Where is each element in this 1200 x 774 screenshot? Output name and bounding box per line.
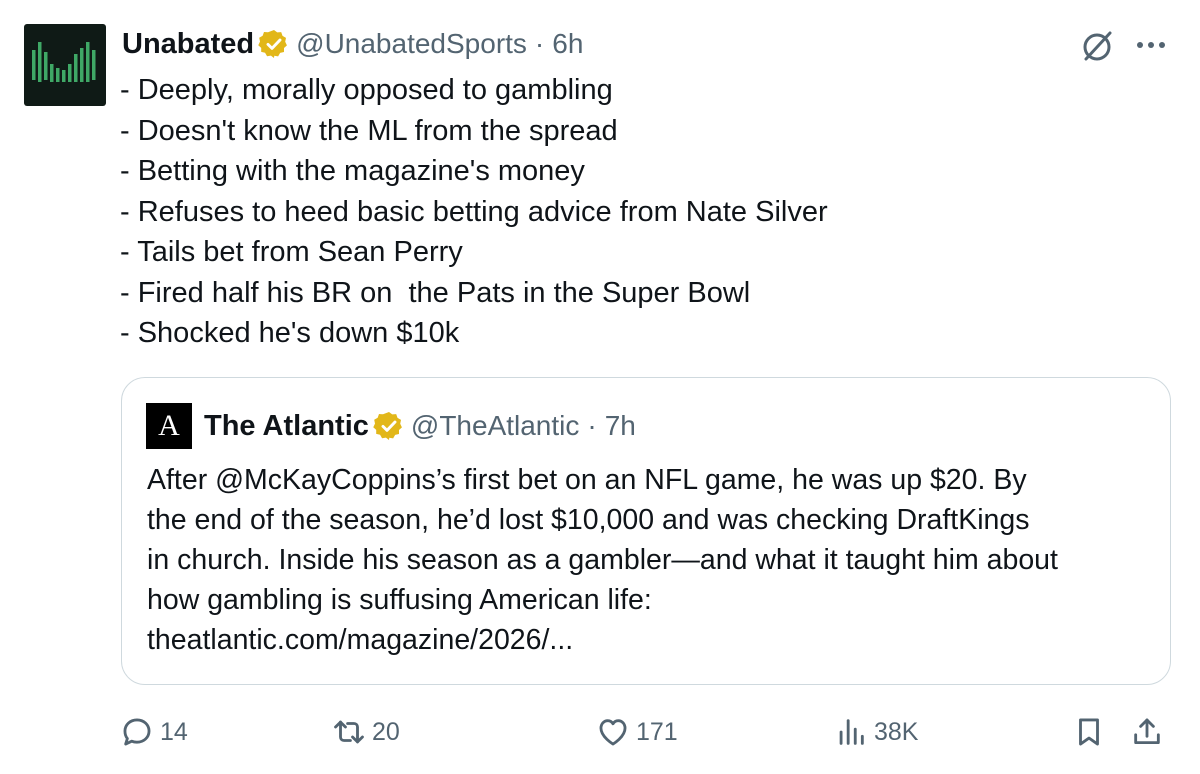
verified-badge-icon: [258, 30, 288, 58]
tweet-line: - Doesn't know the ML from the spread: [120, 114, 618, 147]
action-bar: 14 20 171 38K: [120, 708, 1180, 756]
quoted-link[interactable]: theatlantic.com/magazine/2026/...: [147, 620, 1157, 660]
author-handle[interactable]: @UnabatedSports: [296, 28, 527, 60]
quoted-tweet-header: A The Atlantic @TheAtlantic · 7h: [146, 402, 636, 450]
views-button[interactable]: 38K: [834, 708, 918, 756]
quoted-avatar[interactable]: A: [146, 403, 192, 449]
retweet-icon: [334, 720, 364, 744]
views-icon: [839, 719, 864, 745]
separator-dot: ·: [587, 410, 597, 441]
grok-icon[interactable]: [1080, 28, 1116, 64]
like-count: 171: [636, 717, 678, 746]
tweet-line: - Shocked he's down $10k: [120, 317, 460, 349]
like-icon: [599, 719, 627, 746]
more-icon[interactable]: [1132, 30, 1170, 60]
author-name[interactable]: Unabated: [122, 28, 254, 61]
reply-icon: [123, 718, 151, 746]
reply-count: 14: [160, 717, 188, 746]
tweet-header: Unabated @UnabatedSports · 6h: [122, 24, 583, 64]
tweet-line: - Fired half his BR on the Pats in the S…: [120, 276, 751, 309]
share-button[interactable]: [1130, 708, 1164, 756]
retweet-button[interactable]: 20: [332, 708, 400, 756]
quoted-text-line: in church. Inside his season as a gamble…: [147, 544, 1058, 576]
quoted-text-line: After @McKayCoppins’s first bet on an NF…: [147, 464, 1027, 496]
quoted-author-name[interactable]: The Atlantic: [204, 410, 369, 443]
tweet-line: - Refuses to heed basic betting advice f…: [120, 195, 828, 228]
quoted-text-line: how gambling is suffusing American life:: [147, 584, 652, 616]
quoted-avatar-letter: A: [158, 409, 180, 442]
quoted-tweet[interactable]: A The Atlantic @TheAtlantic · 7h After @…: [121, 377, 1171, 685]
views-count: 38K: [874, 717, 919, 746]
quoted-text-line: the end of the season, he’d lost $10,000…: [147, 504, 1030, 536]
bookmark-button[interactable]: [1072, 708, 1106, 756]
tweet-line: - Tails bet from Sean Perry: [120, 236, 463, 268]
tweet-line: - Betting with the magazine's money: [120, 155, 585, 187]
quoted-author-handle[interactable]: @TheAtlantic: [411, 410, 580, 442]
separator-dot: ·: [534, 28, 545, 59]
bookmark-icon: [1079, 718, 1099, 746]
retweet-count: 20: [372, 717, 400, 746]
like-button[interactable]: 171: [596, 708, 678, 756]
tweet-time[interactable]: 6h: [552, 28, 583, 60]
tweet-text: - Deeply, morally opposed to gambling - …: [120, 70, 828, 354]
quoted-tweet-time[interactable]: 7h: [605, 410, 636, 442]
reply-button[interactable]: 14: [120, 708, 188, 756]
unabated-logo: [32, 42, 96, 82]
share-icon: [1134, 718, 1160, 745]
quoted-tweet-text: After @McKayCoppins’s first bet on an NF…: [147, 460, 1157, 660]
avatar[interactable]: [24, 24, 106, 106]
verified-badge-icon: [373, 412, 402, 440]
tweet-line: - Deeply, morally opposed to gambling: [120, 74, 613, 106]
